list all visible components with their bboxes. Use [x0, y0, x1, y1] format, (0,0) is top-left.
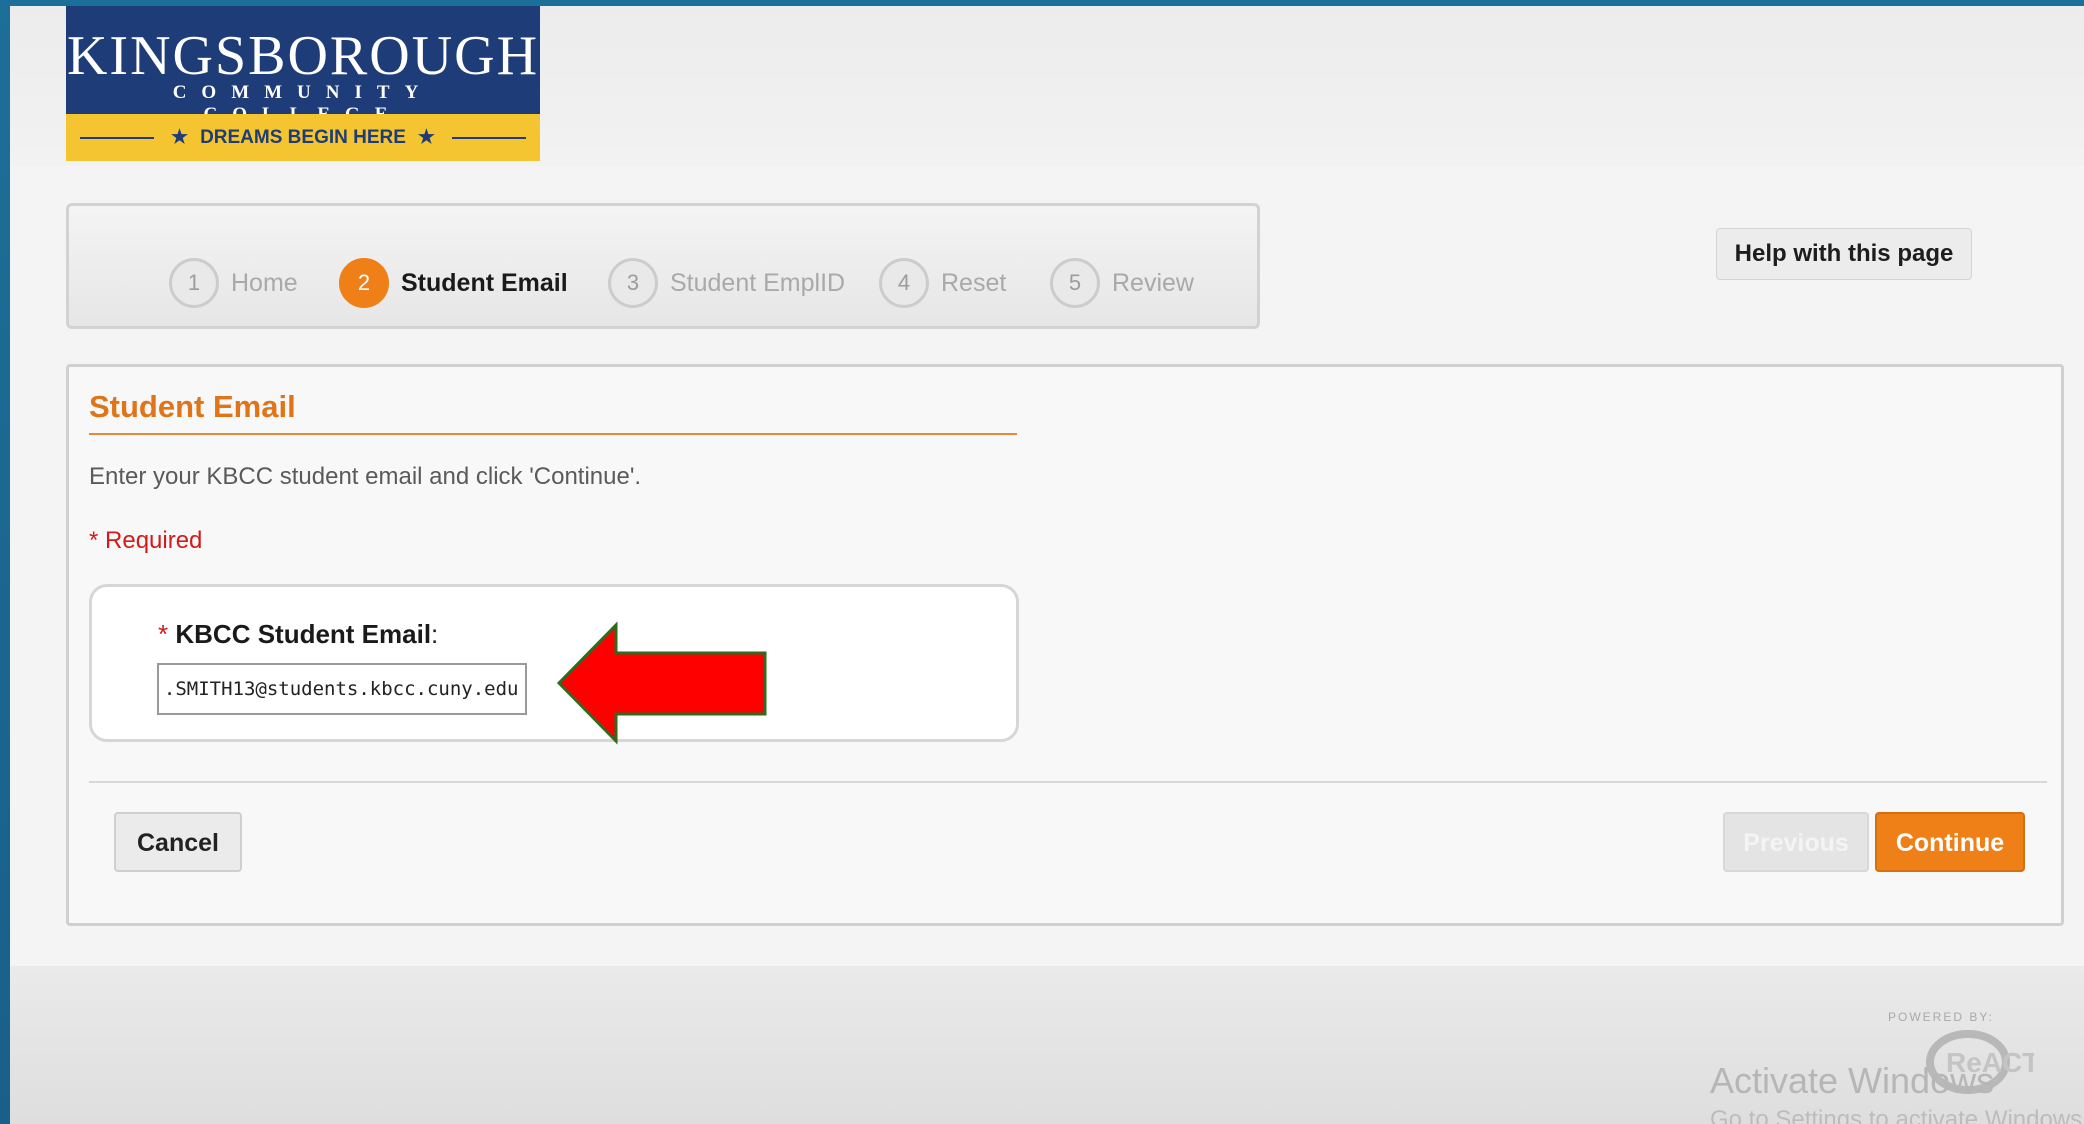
step-label: Home — [231, 269, 298, 297]
red-arrow-left-icon — [556, 621, 767, 745]
star-icon: ★ — [171, 127, 189, 148]
step-label: Reset — [941, 269, 1007, 297]
panel-divider — [89, 781, 2047, 783]
required-note: * Required — [89, 527, 203, 554]
browser-page: KINGSBOROUGH COMMUNITY COLLEGE ★DREAMS B… — [10, 6, 2084, 1124]
required-asterisk: * — [158, 619, 169, 649]
cancel-button[interactable]: Cancel — [114, 812, 242, 872]
logo-tagline-band: ★ DREAMS BEGIN HERE ★ — [66, 114, 540, 161]
step-number: 2 — [339, 258, 389, 308]
step-label: Review — [1112, 269, 1194, 297]
panel-title: Student Email — [89, 389, 296, 424]
help-button[interactable]: Help with this page — [1716, 228, 1972, 280]
activate-windows-subtext: Go to Settings to activate Windows. — [1710, 1106, 2084, 1124]
progress-steps: 1 Home 2 Student Email 3 Student EmplID … — [66, 203, 1260, 329]
step-number: 3 — [608, 258, 658, 308]
kingsborough-logo[interactable]: KINGSBOROUGH COMMUNITY COLLEGE ★DREAMS B… — [66, 6, 540, 161]
page-footer: POWERED BY: ReACT Activate Windows Go to… — [10, 966, 2084, 1124]
previous-button[interactable]: Previous — [1723, 812, 1869, 872]
arrow-shape — [556, 621, 767, 745]
logo-title: KINGSBOROUGH — [66, 25, 540, 87]
logo-tagline: ★ DREAMS BEGIN HERE ★ — [66, 126, 540, 149]
step-label: Student EmplID — [670, 269, 846, 297]
email-field-label: * KBCC Student Email: — [158, 619, 439, 649]
email-label-text: KBCC Student Email — [175, 619, 432, 649]
star-icon: ★ — [417, 127, 435, 148]
continue-button[interactable]: Continue — [1875, 812, 2025, 872]
step-number: 1 — [169, 258, 219, 308]
step-number: 4 — [879, 258, 929, 308]
page-header: KINGSBOROUGH COMMUNITY COLLEGE ★DREAMS B… — [10, 6, 2084, 166]
tagline-text: DREAMS BEGIN HERE — [200, 127, 406, 148]
email-field-group: * KBCC Student Email: — [89, 584, 1019, 742]
step-label: Student Email — [401, 269, 568, 297]
instruction-text: Enter your KBCC student email and click … — [89, 463, 642, 490]
step-number: 5 — [1050, 258, 1100, 308]
activate-windows-watermark: Activate Windows — [1710, 1060, 1995, 1101]
title-underline — [89, 433, 1017, 435]
student-email-input[interactable] — [157, 663, 527, 715]
student-email-panel: Student Email Enter your KBCC student em… — [66, 364, 2064, 926]
